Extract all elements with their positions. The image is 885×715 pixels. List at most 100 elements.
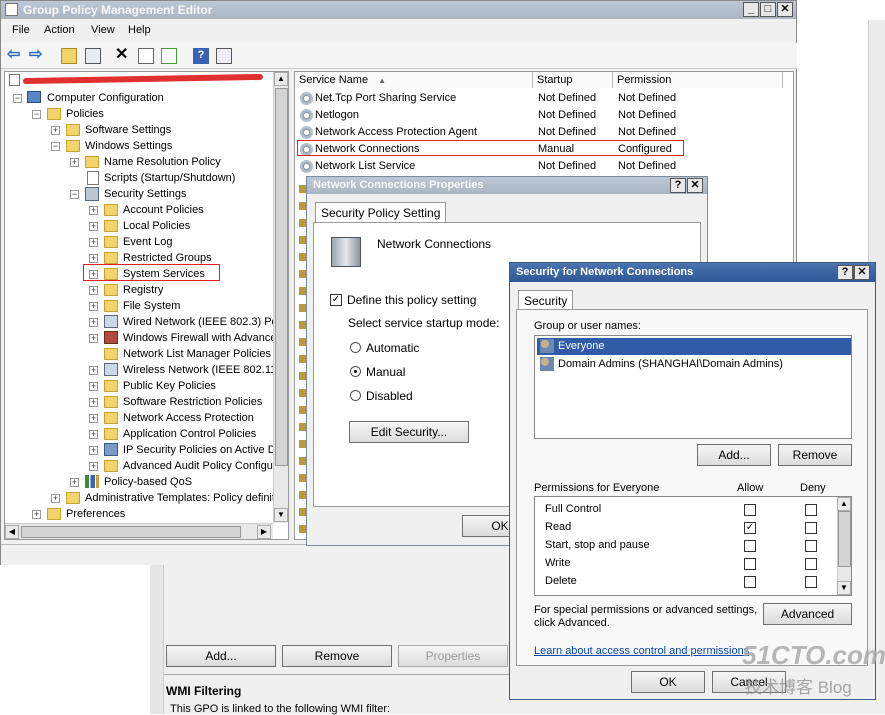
service-row-name[interactable]: Net.Tcp Port Sharing Service	[315, 92, 456, 104]
hscroll-thumb[interactable]	[21, 526, 241, 538]
action-pane-icon[interactable]	[216, 48, 232, 64]
tree-item-account-policies[interactable]: Account Policies	[123, 202, 204, 218]
service-row-name[interactable]: Network Access Protection Agent	[315, 126, 477, 138]
background-scrollbar[interactable]	[150, 560, 164, 714]
expander-ip-security[interactable]: +	[89, 446, 98, 455]
radio-manual[interactable]	[350, 366, 361, 377]
define-policy-checkbox[interactable]: ✓	[330, 294, 342, 306]
permission-allow-checkbox[interactable]	[744, 576, 756, 588]
permission-deny-checkbox[interactable]	[805, 576, 817, 588]
tree-item-windows-firewall[interactable]: Windows Firewall with Advance	[123, 330, 276, 346]
bg-add-button[interactable]: Add...	[166, 645, 276, 667]
permission-deny-checkbox[interactable]	[805, 558, 817, 570]
security-ok-button[interactable]: OK	[631, 671, 705, 693]
tree-item-policies[interactable]: Policies	[66, 106, 104, 122]
radio-automatic[interactable]	[350, 342, 361, 353]
tree-item-policy-based-qos[interactable]: Policy-based QoS	[104, 474, 192, 490]
menu-file[interactable]: File	[12, 24, 30, 36]
tree-item-local-policies[interactable]: Local Policies	[123, 218, 190, 234]
permission-allow-checkbox[interactable]	[744, 504, 756, 516]
delete-icon[interactable]: ✕	[115, 47, 131, 64]
maximize-button[interactable]: □	[760, 2, 776, 17]
expander-local-policies[interactable]: +	[89, 222, 98, 231]
tree-item-network-list-manager[interactable]: Network List Manager Policies	[123, 346, 271, 362]
edit-security-button[interactable]: Edit Security...	[349, 421, 469, 443]
back-icon[interactable]: ⇦	[7, 47, 23, 64]
expander-account-policies[interactable]: +	[89, 206, 98, 215]
permission-deny-checkbox[interactable]	[805, 522, 817, 534]
tree-item-event-log[interactable]: Event Log	[123, 234, 173, 250]
tree-hscrollbar[interactable]: ◀ ▶	[5, 523, 273, 539]
expander-admin-templates[interactable]: +	[51, 494, 60, 503]
expander-registry[interactable]: +	[89, 286, 98, 295]
tree-item-software-restriction[interactable]: Software Restriction Policies	[123, 394, 262, 410]
properties-help-button[interactable]: ?	[670, 178, 686, 193]
properties-close-button[interactable]: ✕	[687, 178, 703, 193]
expander-software-settings[interactable]: +	[51, 126, 60, 135]
security-help-button[interactable]: ?	[837, 265, 853, 280]
menu-help[interactable]: Help	[128, 24, 151, 36]
user-domain-admins[interactable]: Domain Admins (SHANGHAI\Domain Admins)	[558, 358, 783, 370]
security-add-button[interactable]: Add...	[697, 444, 771, 466]
expander-policies[interactable]: −	[32, 110, 41, 119]
expander-network-access-protection[interactable]: +	[89, 414, 98, 423]
radio-disabled[interactable]	[350, 390, 361, 401]
close-button[interactable]: ✕	[777, 2, 793, 17]
tree-item-application-control[interactable]: Application Control Policies	[123, 426, 256, 442]
permission-allow-checkbox[interactable]: ✓	[744, 522, 756, 534]
tree-item-name-resolution-policy[interactable]: Name Resolution Policy	[104, 154, 221, 170]
up-folder-icon[interactable]	[61, 48, 77, 64]
tree-item-public-key-policies[interactable]: Public Key Policies	[123, 378, 216, 394]
security-close-button[interactable]: ✕	[854, 265, 870, 280]
tree-item-security-settings[interactable]: Security Settings	[104, 186, 187, 202]
permissions-scroll-thumb[interactable]	[838, 511, 851, 567]
expander-wireless-network[interactable]: +	[89, 366, 98, 375]
tree-item-administrative-templates[interactable]: Administrative Templates: Policy definit	[85, 490, 275, 506]
tree-item-preferences[interactable]: Preferences	[66, 506, 125, 522]
expander-restricted-groups[interactable]: +	[89, 254, 98, 263]
expander-preferences[interactable]: +	[32, 510, 41, 519]
advanced-button[interactable]: Advanced	[763, 603, 852, 625]
bg-remove-button[interactable]: Remove	[282, 645, 392, 667]
service-row-name[interactable]: Network List Service	[315, 160, 415, 172]
menu-action[interactable]: Action	[44, 24, 75, 36]
expander-computer-config[interactable]: −	[13, 94, 22, 103]
expander-qos[interactable]: +	[70, 478, 79, 487]
expander-windows-firewall[interactable]: +	[89, 334, 98, 343]
permission-allow-checkbox[interactable]	[744, 558, 756, 570]
column-header-startup[interactable]: Startup	[533, 72, 613, 88]
security-remove-button[interactable]: Remove	[778, 444, 852, 466]
expander-public-key[interactable]: +	[89, 382, 98, 391]
users-listbox[interactable]: Everyone Domain Admins (SHANGHAI\Domain …	[534, 335, 852, 439]
tree-item-network-access-protection[interactable]: Network Access Protection	[123, 410, 254, 426]
permission-deny-checkbox[interactable]	[805, 504, 817, 516]
expander-application-control[interactable]: +	[89, 430, 98, 439]
menu-view[interactable]: View	[91, 24, 115, 36]
scroll-down-arrow[interactable]: ▼	[274, 508, 288, 522]
expander-software-restriction[interactable]: +	[89, 398, 98, 407]
expander-security-settings[interactable]: −	[70, 190, 79, 199]
expander-advanced-audit[interactable]: +	[89, 462, 98, 471]
scroll-up-arrow[interactable]: ▲	[837, 497, 851, 511]
tab-security[interactable]: Security	[518, 290, 574, 310]
tree-item-scripts[interactable]: Scripts (Startup/Shutdown)	[104, 170, 235, 186]
column-header-permission[interactable]: Permission	[613, 72, 783, 88]
permissions-scrollbar[interactable]: ▲ ▼	[837, 497, 851, 595]
tree-item-advanced-audit[interactable]: Advanced Audit Policy Configu	[123, 458, 273, 474]
user-everyone[interactable]: Everyone	[558, 340, 604, 352]
tree-item-software-settings[interactable]: Software Settings	[85, 122, 171, 138]
permission-deny-checkbox[interactable]	[805, 540, 817, 552]
expander-event-log[interactable]: +	[89, 238, 98, 247]
scroll-down-arrow[interactable]: ▼	[837, 581, 851, 595]
show-hide-tree-icon[interactable]	[85, 48, 101, 64]
expander-windows-settings[interactable]: −	[51, 142, 60, 151]
scroll-thumb[interactable]	[275, 88, 288, 466]
scroll-right-arrow[interactable]: ▶	[257, 525, 271, 539]
expander-name-resolution[interactable]: +	[70, 158, 79, 167]
tree-item-wired-network[interactable]: Wired Network (IEEE 802.3) Po	[123, 314, 278, 330]
tree-item-windows-settings[interactable]: Windows Settings	[85, 138, 172, 154]
export-icon[interactable]	[161, 48, 177, 64]
service-row-name[interactable]: Netlogon	[315, 109, 359, 121]
tree-item-registry[interactable]: Registry	[123, 282, 163, 298]
expander-file-system[interactable]: +	[89, 302, 98, 311]
